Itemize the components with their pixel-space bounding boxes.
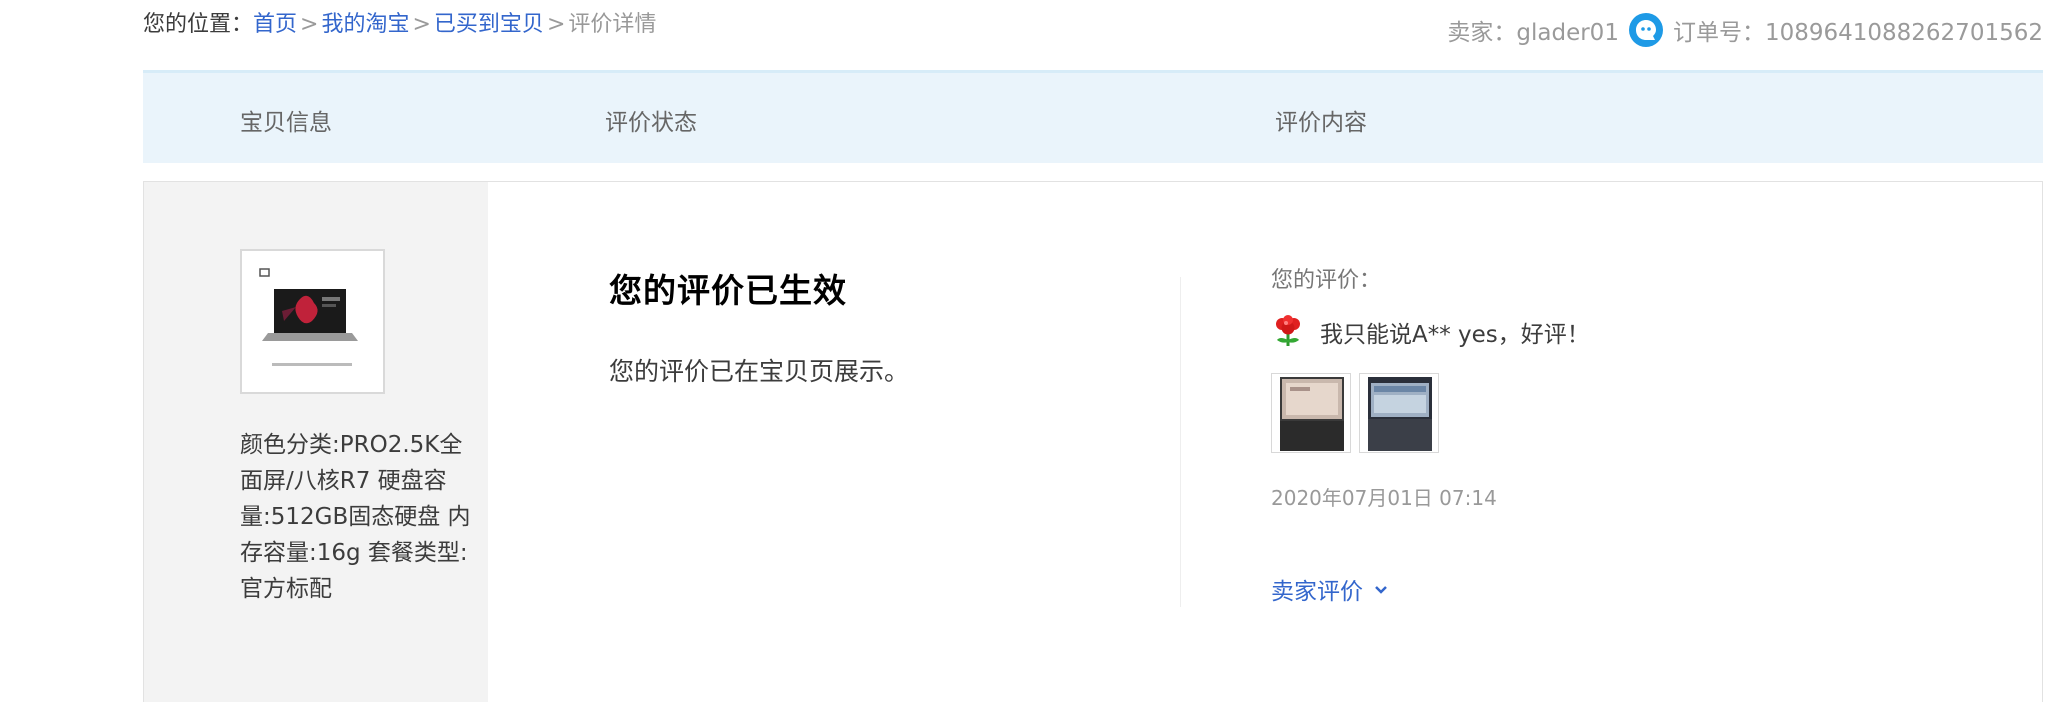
your-review-label: 您的评价： — [1271, 268, 1382, 293]
breadcrumb-my-taobao-link[interactable]: 我的淘宝 — [321, 12, 409, 37]
order-number: 1089641088262701562 — [1764, 20, 2043, 46]
review-photo-1[interactable] — [1271, 373, 1351, 453]
review-status-title: 您的评价已生效 — [609, 271, 847, 310]
header-review-content: 评价内容 — [1275, 110, 1367, 136]
seller-review-toggle[interactable]: 卖家评价 — [1271, 572, 1389, 606]
aliwangwang-icon[interactable] — [1628, 13, 1663, 47]
column-divider — [1180, 277, 1181, 607]
breadcrumb-current: 评价详情 — [568, 12, 657, 37]
seller-review-label: 卖家评价 — [1271, 579, 1363, 605]
top-bar: 您的位置：首页 > 我的淘宝 > 已买到宝贝 > 评价详情 卖家：glader01 订单号：… — [0, 0, 2063, 66]
review-photo-2[interactable] — [1359, 373, 1439, 453]
table-header: 宝贝信息 评价状态 评价内容 — [143, 70, 2043, 163]
header-review-status: 评价状态 — [605, 110, 697, 136]
review-status-text: 您的评价已在宝贝页展示。 — [609, 357, 910, 386]
breadcrumb-separator: > — [412, 12, 431, 37]
breadcrumb-separator: > — [300, 12, 319, 37]
breadcrumb-prefix: 您的位置： — [143, 12, 254, 37]
breadcrumb-home-link[interactable]: 首页 — [253, 12, 297, 37]
order-label: 订单号： — [1672, 20, 1765, 46]
good-rating-flower-icon — [1271, 314, 1305, 348]
breadcrumb-separator: > — [546, 12, 566, 37]
sku-text: 颜色分类:PRO2.5K全面屏/八核R7 硬盘容量:512GB固态硬盘 内存容量… — [240, 432, 471, 602]
breadcrumb: 您的位置：首页 > 我的淘宝 > 已买到宝贝 > 评价详情 — [143, 6, 656, 38]
chevron-down-icon — [1375, 586, 1387, 594]
order-meta: 卖家：glader01 订单号：1089641088262701562 — [1447, 13, 2043, 47]
breadcrumb-bought-link[interactable]: 已买到宝贝 — [434, 12, 544, 37]
seller-label: 卖家： — [1447, 20, 1517, 46]
review-row: 颜色分类:PRO2.5K全面屏/八核R7 硬盘容量:512GB固态硬盘 内存容量… — [143, 181, 2043, 702]
product-thumbnail[interactable] — [240, 249, 385, 394]
item-info-column: 颜色分类:PRO2.5K全面屏/八核R7 硬盘容量:512GB固态硬盘 内存容量… — [144, 182, 488, 702]
seller-name: glader01 — [1516, 20, 1619, 46]
header-item-info: 宝贝信息 — [240, 110, 332, 136]
review-comment: 我只能说A** yes，好评！ — [1320, 322, 1590, 348]
review-date: 2020年07月01日 07:14 — [1271, 486, 1497, 510]
